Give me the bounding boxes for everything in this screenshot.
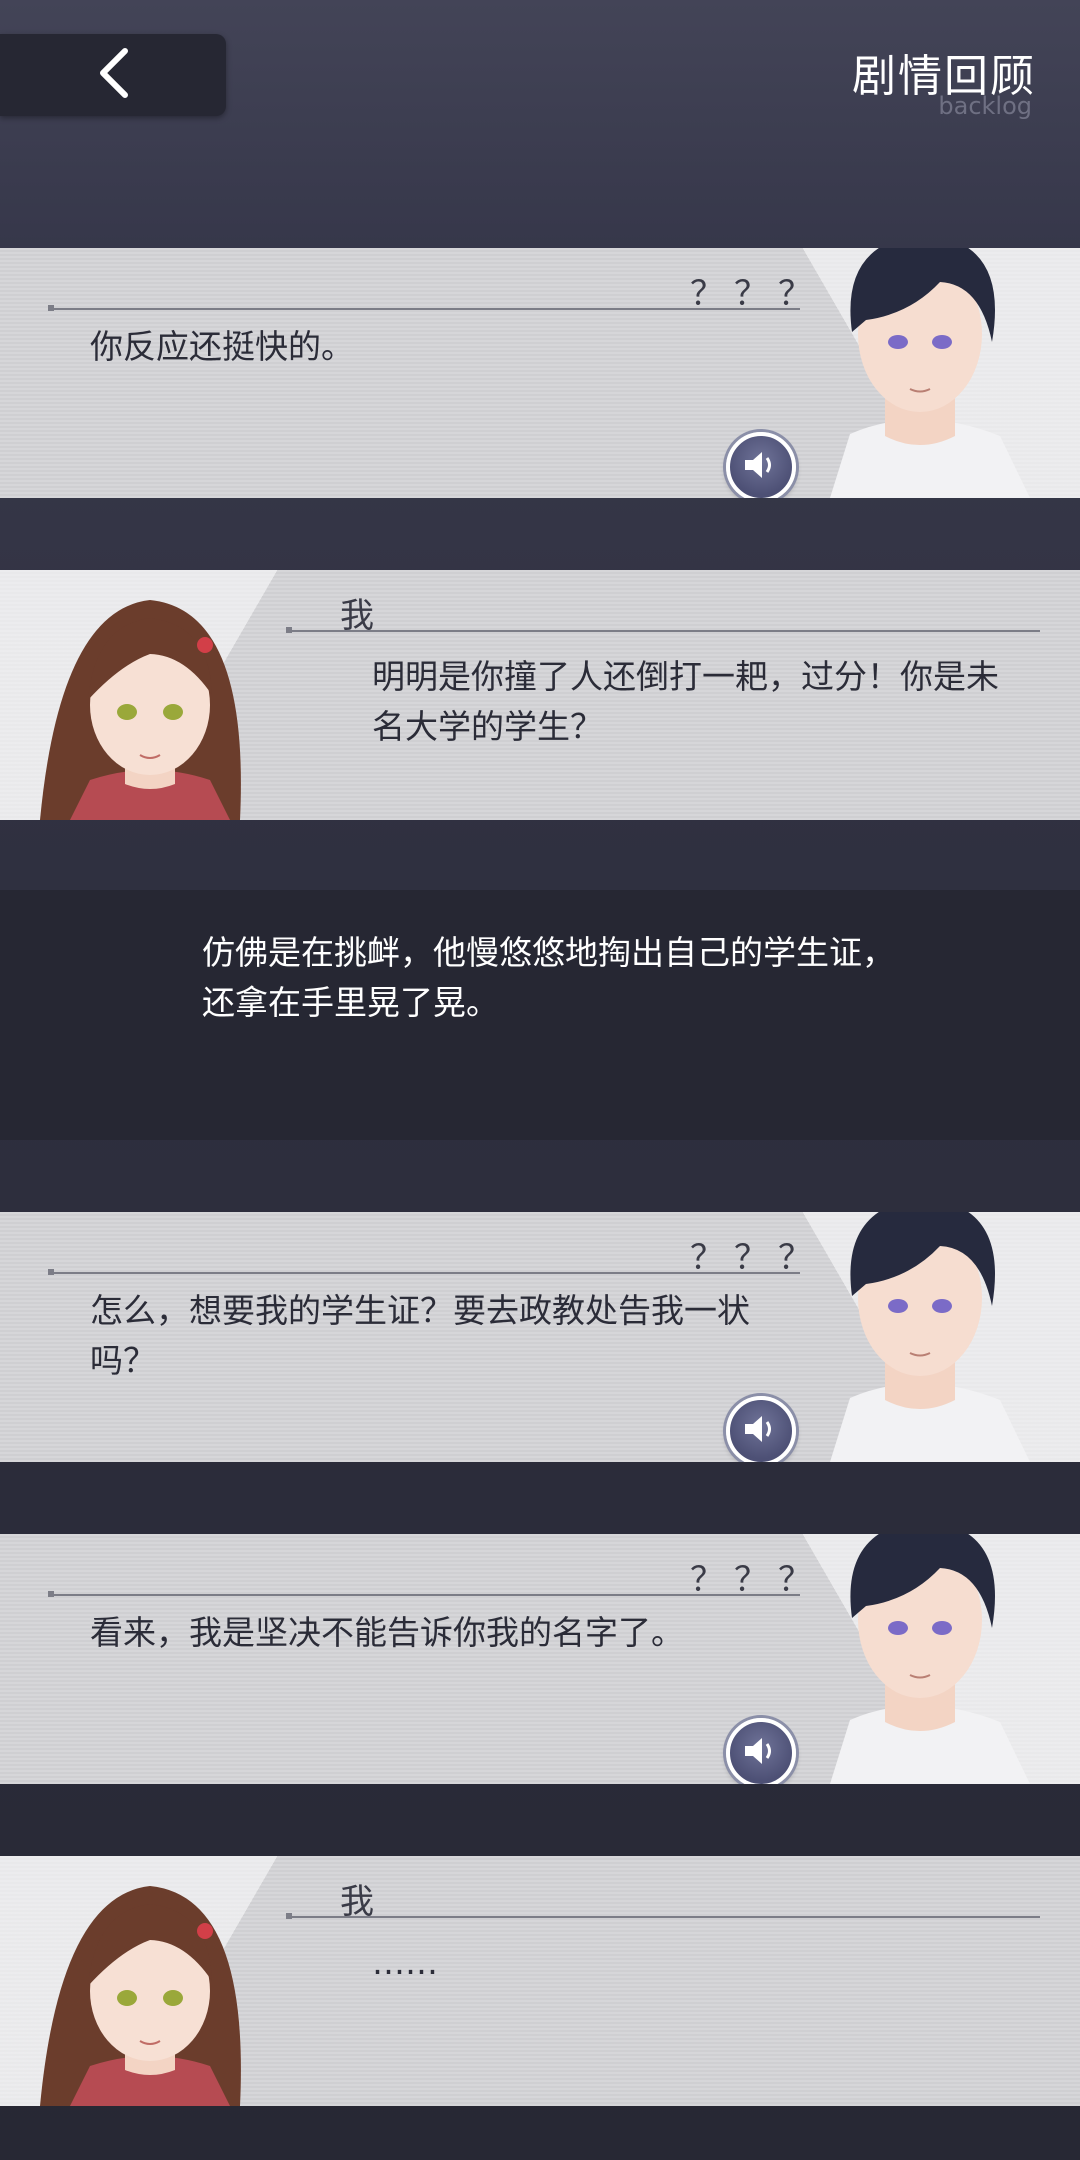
speaker-divider: [48, 305, 800, 311]
narration-text: 仿佛是在挑衅，他慢悠悠地掏出自己的学生证，还拿在手里晃了晃。: [202, 933, 895, 1022]
speaker-divider: [48, 1591, 800, 1597]
dialogue-text: 怎么，想要我的学生证？要去政教处告我一状吗？: [90, 1291, 750, 1380]
female-character-portrait: [0, 570, 300, 820]
backlog-entry: ？？？ 你反应还挺快的。: [0, 248, 1080, 498]
backlog-entry: ？？？ 看来，我是坚决不能告诉你我的名字了。: [0, 1534, 1080, 1784]
backlog-entry: 我 ……: [0, 1856, 1080, 2106]
page-subtitle: backlog: [938, 92, 1032, 120]
speaker-divider: [286, 1913, 1040, 1919]
chevron-left-icon: [95, 47, 131, 103]
dialogue-text: 明明是你撞了人还倒打一耙，过分！你是未名大学的学生？: [372, 657, 999, 746]
back-button[interactable]: [0, 34, 226, 116]
speaker-name: 我: [340, 1882, 384, 1922]
dialogue-text: ……: [372, 1943, 438, 1982]
male-character-portrait: [770, 1212, 1080, 1462]
male-character-portrait: [770, 248, 1080, 498]
speaker-name: 我: [340, 596, 384, 636]
dialogue-text: 看来，我是坚决不能告诉你我的名字了。: [90, 1613, 684, 1652]
speaker-divider: [286, 627, 1040, 633]
backlog-entry: 我 明明是你撞了人还倒打一耙，过分！你是未名大学的学生？: [0, 570, 1080, 820]
backlog-entry: ？？？ 怎么，想要我的学生证？要去政教处告我一状吗？: [0, 1212, 1080, 1462]
female-character-portrait: [0, 1856, 300, 2106]
dialogue-text: 你反应还挺快的。: [90, 327, 354, 366]
male-character-portrait: [770, 1534, 1080, 1784]
narration-entry: 仿佛是在挑衅，他慢悠悠地掏出自己的学生证，还拿在手里晃了晃。: [0, 890, 1080, 1140]
speaker-divider: [48, 1269, 800, 1275]
